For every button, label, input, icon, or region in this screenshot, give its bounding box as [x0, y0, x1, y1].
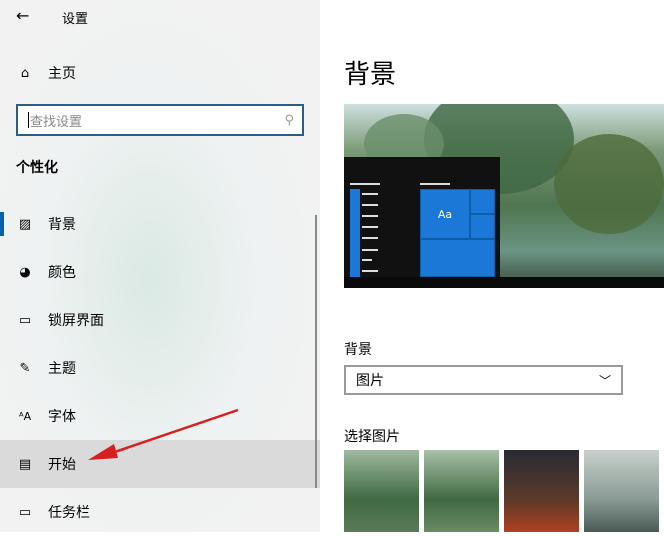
- window-title: 设置: [62, 12, 89, 27]
- font-icon: ᴬA: [18, 409, 32, 423]
- search-placeholder: 查找设置: [30, 114, 83, 130]
- home-label: 主页: [48, 66, 76, 82]
- background-label: 背景: [344, 342, 372, 358]
- sidebar: ← 设置 ⌂ 主页 查找设置 ⚲ 个性化 ▨ 背景 ◕ 颜色 ▭ 锁屏界面 ✎ 主题 ᴬ…: [0, 0, 320, 532]
- theme-icon: ✎: [19, 360, 31, 376]
- sidebar-item-background[interactable]: ▨ 背景: [0, 200, 320, 248]
- item-label: 背景: [48, 217, 76, 233]
- start-menu-preview: Aa: [344, 157, 500, 288]
- preview-tile: Aa: [420, 189, 470, 239]
- dropdown-value: 图片: [356, 373, 384, 389]
- item-label: 颜色: [48, 265, 76, 281]
- search-input[interactable]: 查找设置 ⚲: [16, 104, 304, 136]
- lock-screen-icon: ▭: [18, 312, 32, 328]
- annotation-arrow: [88, 408, 239, 460]
- item-label: 字体: [48, 409, 76, 425]
- background-type-dropdown[interactable]: 图片 ﹀: [344, 365, 623, 395]
- item-label: 开始: [48, 457, 76, 473]
- picture-thumbnail[interactable]: [344, 450, 419, 532]
- sidebar-item-lock-screen[interactable]: ▭ 锁屏界面: [0, 296, 320, 344]
- scrollbar[interactable]: [315, 215, 317, 488]
- page-title: 背景: [344, 60, 397, 90]
- home-icon: ⌂: [20, 65, 30, 81]
- choose-picture-label: 选择图片: [344, 429, 400, 445]
- taskbar-icon: ▭: [18, 504, 32, 520]
- chevron-down-icon: ﹀: [598, 373, 611, 388]
- search-icon: ⚲: [284, 112, 294, 128]
- start-icon: ▤: [18, 456, 32, 472]
- sidebar-item-colors[interactable]: ◕ 颜色: [0, 248, 320, 296]
- back-icon[interactable]: ←: [16, 6, 29, 25]
- section-heading: 个性化: [16, 160, 58, 176]
- picture-thumbnail[interactable]: [584, 450, 659, 532]
- item-label: 任务栏: [48, 505, 90, 521]
- picture-thumbnail[interactable]: [424, 450, 499, 532]
- item-label: 主题: [48, 361, 76, 377]
- background-preview: Aa: [344, 104, 664, 288]
- sidebar-item-home[interactable]: ⌂ 主页: [0, 49, 320, 97]
- sidebar-item-themes[interactable]: ✎ 主题: [0, 344, 320, 392]
- picture-thumbnail[interactable]: [504, 450, 579, 532]
- item-label: 锁屏界面: [48, 313, 104, 329]
- palette-icon: ◕: [19, 264, 31, 280]
- sidebar-item-taskbar[interactable]: ▭ 任务栏: [0, 488, 320, 536]
- picture-icon: ▨: [18, 216, 32, 232]
